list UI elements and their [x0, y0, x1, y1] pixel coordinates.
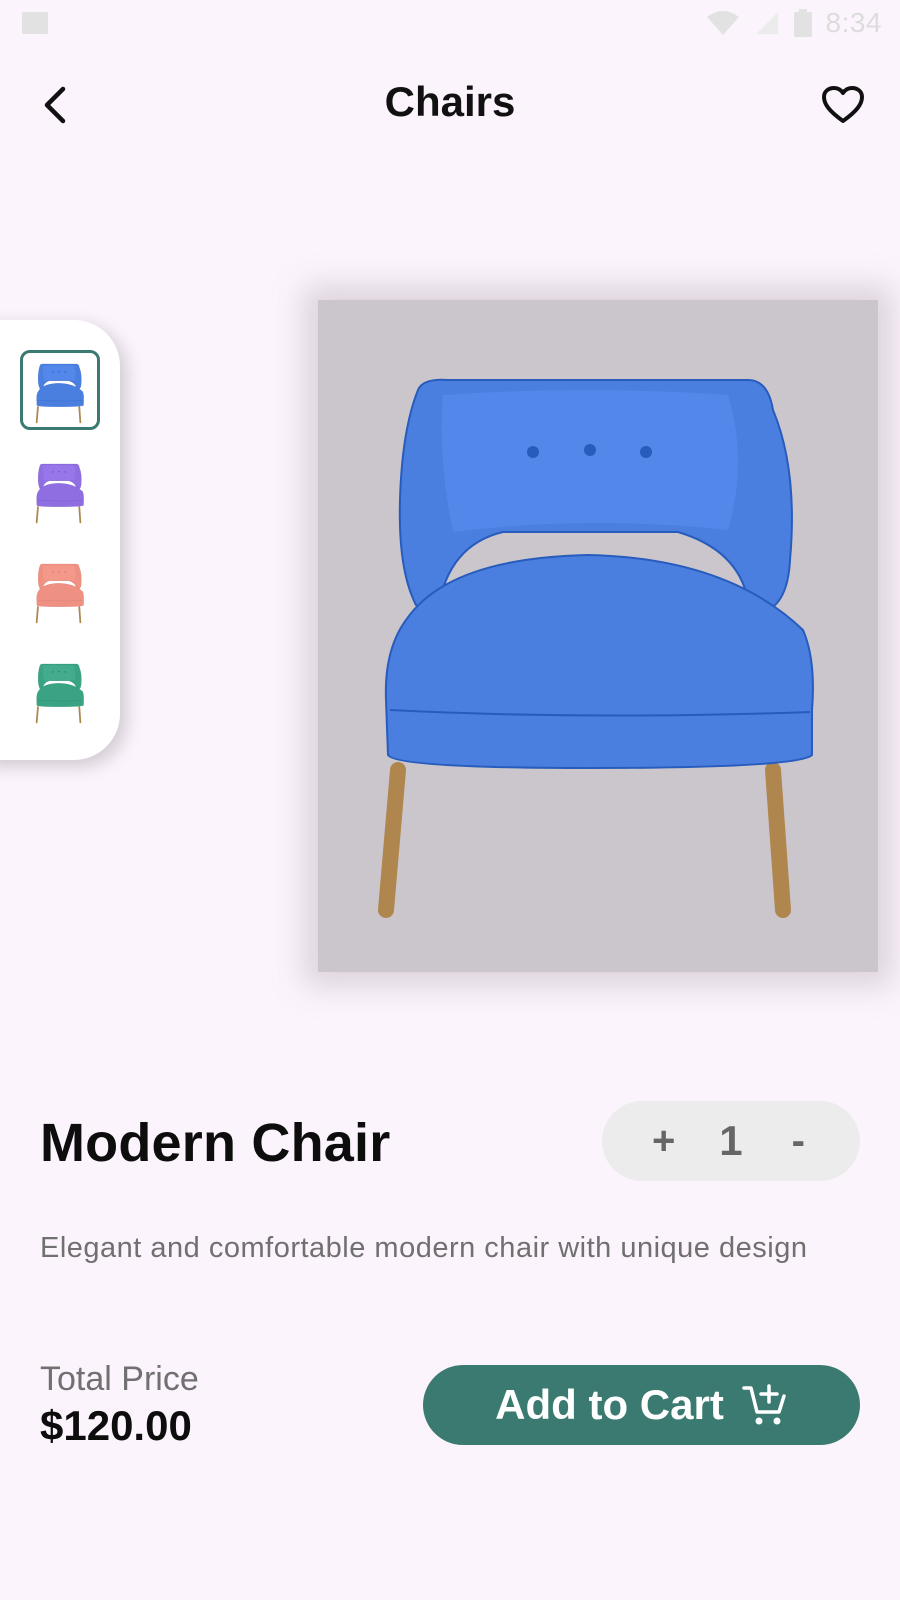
add-to-cart-button[interactable]: Add to Cart	[423, 1365, 860, 1445]
total-price-label: Total Price	[40, 1360, 199, 1398]
heart-outline-icon	[822, 86, 864, 123]
product-description: Elegant and comfortable modern chair wit…	[40, 1232, 808, 1264]
chair-thumbnail-icon	[35, 363, 84, 424]
chair-image	[378, 378, 814, 918]
quantity-stepper: + 1 -	[602, 1101, 860, 1181]
page-title: Chairs	[384, 78, 516, 125]
signal-icon	[755, 12, 778, 34]
status-time: 8:34	[825, 7, 882, 38]
thumbnail-blue-chair[interactable]	[20, 350, 100, 430]
chair-thumbnail-icon	[35, 563, 84, 624]
quantity-increase-button[interactable]: +	[642, 1119, 686, 1164]
thumbnail-rail	[0, 320, 120, 760]
add-to-cart-label: Add to Cart	[495, 1381, 724, 1428]
thumbnail-purple-chair[interactable]	[20, 450, 100, 530]
image-icon	[22, 12, 48, 34]
app-bar: Chairs	[0, 60, 900, 148]
thumbnail-green-chair[interactable]	[20, 650, 100, 730]
thumbnail-pink-chair[interactable]	[20, 550, 100, 630]
chair-thumbnail-icon	[35, 663, 84, 724]
total-price-value: $120.00	[40, 1402, 192, 1449]
favorite-button[interactable]	[816, 78, 870, 132]
battery-icon	[793, 9, 812, 37]
status-bar: 8:34	[0, 0, 900, 50]
product-image	[318, 300, 878, 972]
chair-thumbnail-icon	[35, 463, 84, 524]
wifi-icon	[706, 11, 739, 35]
status-icons: 8:34	[706, 6, 883, 40]
quantity-value: 1	[719, 1117, 743, 1164]
quantity-decrease-button[interactable]: -	[776, 1119, 820, 1164]
product-name: Modern Chair	[40, 1113, 391, 1173]
add-shopping-cart-icon	[742, 1384, 786, 1425]
